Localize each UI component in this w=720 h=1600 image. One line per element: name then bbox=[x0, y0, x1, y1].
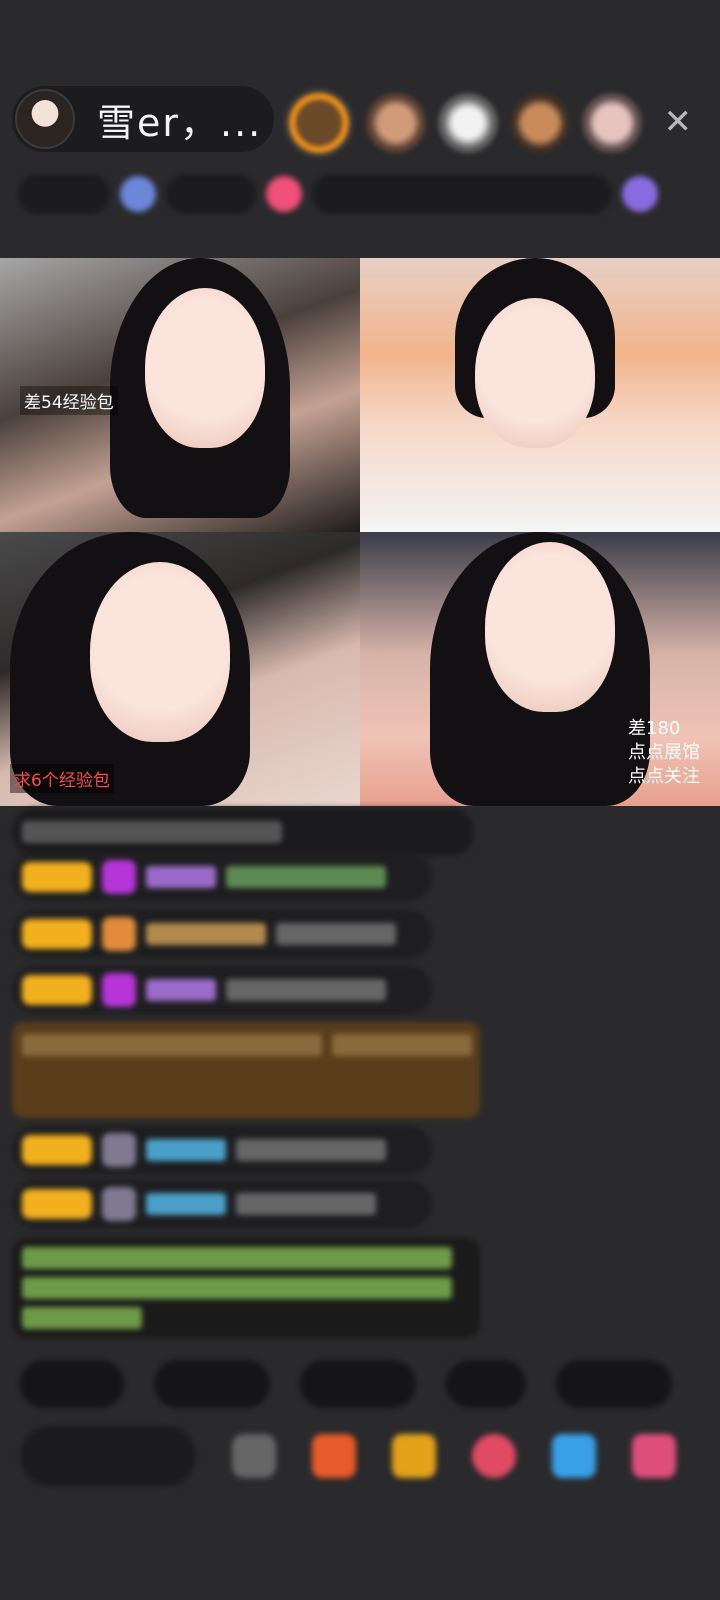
info-chip[interactable] bbox=[166, 174, 256, 214]
level-badge bbox=[22, 862, 92, 892]
viewer-avatar[interactable] bbox=[438, 93, 498, 153]
close-icon[interactable]: ✕ bbox=[664, 102, 693, 142]
quick-action[interactable] bbox=[446, 1360, 526, 1408]
chat-message[interactable] bbox=[12, 1180, 432, 1228]
quick-action[interactable] bbox=[154, 1360, 270, 1408]
more-icon[interactable] bbox=[632, 1434, 676, 1478]
message-icon[interactable] bbox=[552, 1434, 596, 1478]
gem-icon bbox=[102, 917, 136, 951]
video-tile[interactable] bbox=[360, 258, 720, 532]
chat-user bbox=[146, 866, 216, 888]
streamer-face bbox=[485, 542, 615, 712]
chat-message[interactable] bbox=[12, 1238, 480, 1338]
shop-icon[interactable] bbox=[312, 1434, 356, 1478]
video-tile[interactable]: 差180 点点展馆 点点关注 bbox=[360, 532, 720, 806]
host-info-pill[interactable]: 雪er，... bbox=[12, 86, 274, 152]
host-name: 雪er，... bbox=[97, 100, 263, 145]
quick-action-bar bbox=[20, 1360, 672, 1408]
chat-text bbox=[22, 1247, 452, 1269]
chat-user bbox=[146, 1139, 226, 1161]
gift-icon[interactable] bbox=[266, 176, 302, 212]
quick-action[interactable] bbox=[300, 1360, 416, 1408]
video-grid: 差54经验包 求6个经验包 差180 点点展馆 点点关注 bbox=[0, 258, 720, 806]
gem-icon bbox=[102, 1133, 136, 1167]
gem-icon bbox=[102, 860, 136, 894]
gem-icon bbox=[102, 1187, 136, 1221]
streamer-face bbox=[90, 562, 230, 742]
chat-text bbox=[332, 1034, 472, 1056]
chat-text bbox=[22, 1277, 452, 1299]
chat-message[interactable] bbox=[12, 1022, 480, 1118]
chat-message[interactable] bbox=[12, 966, 432, 1014]
gem-icon bbox=[102, 973, 136, 1007]
bottom-toolbar bbox=[20, 1424, 720, 1488]
tile-label: 差54经验包 bbox=[20, 386, 118, 415]
viewer-avatar[interactable] bbox=[582, 93, 642, 153]
viewer-avatar[interactable] bbox=[366, 93, 426, 153]
top-viewers-list bbox=[284, 88, 642, 158]
room-info-row bbox=[18, 170, 688, 218]
badge-icon bbox=[120, 176, 156, 212]
badge-icon bbox=[622, 176, 658, 212]
chat-text bbox=[226, 979, 386, 1001]
host-avatar[interactable] bbox=[15, 89, 75, 149]
video-tile[interactable]: 求6个经验包 bbox=[0, 532, 360, 806]
chat-user bbox=[146, 923, 266, 945]
chat-message[interactable] bbox=[12, 1126, 432, 1174]
gift-icon[interactable] bbox=[392, 1434, 436, 1478]
tile-label: 差180 点点展馆 点点关注 bbox=[628, 717, 700, 789]
info-chip[interactable] bbox=[18, 174, 110, 214]
chat-text bbox=[22, 821, 282, 843]
chat-text bbox=[226, 866, 386, 888]
streamer-face bbox=[145, 288, 265, 448]
emoji-icon[interactable] bbox=[232, 1434, 276, 1478]
chat-user bbox=[146, 1193, 226, 1215]
chat-user bbox=[146, 979, 216, 1001]
tile-label-line: 点点关注 bbox=[628, 766, 700, 787]
say-something-input[interactable] bbox=[20, 1426, 196, 1486]
chat-text bbox=[236, 1193, 376, 1215]
chat-message[interactable] bbox=[12, 853, 432, 901]
level-badge bbox=[22, 1189, 92, 1219]
heart-icon[interactable] bbox=[472, 1434, 516, 1478]
quick-action[interactable] bbox=[20, 1360, 124, 1408]
level-badge bbox=[22, 975, 92, 1005]
chat-message[interactable] bbox=[12, 808, 474, 856]
tile-label: 求6个经验包 bbox=[10, 764, 114, 793]
chat-text bbox=[22, 1307, 142, 1329]
info-chip[interactable] bbox=[312, 174, 612, 214]
chat-text bbox=[276, 923, 396, 945]
video-tile[interactable]: 差54经验包 bbox=[0, 258, 360, 532]
chat-message[interactable] bbox=[12, 910, 432, 958]
quick-action[interactable] bbox=[556, 1360, 672, 1408]
chat-text bbox=[236, 1139, 386, 1161]
viewer-avatar[interactable] bbox=[510, 93, 570, 153]
streamer-face bbox=[475, 298, 595, 448]
level-badge bbox=[22, 919, 92, 949]
viewer-avatar[interactable] bbox=[284, 88, 354, 158]
level-badge bbox=[22, 1135, 92, 1165]
tile-label-line: 点点展馆 bbox=[628, 742, 700, 763]
chat-text bbox=[22, 1034, 322, 1056]
tile-label-line: 差180 bbox=[628, 718, 681, 739]
